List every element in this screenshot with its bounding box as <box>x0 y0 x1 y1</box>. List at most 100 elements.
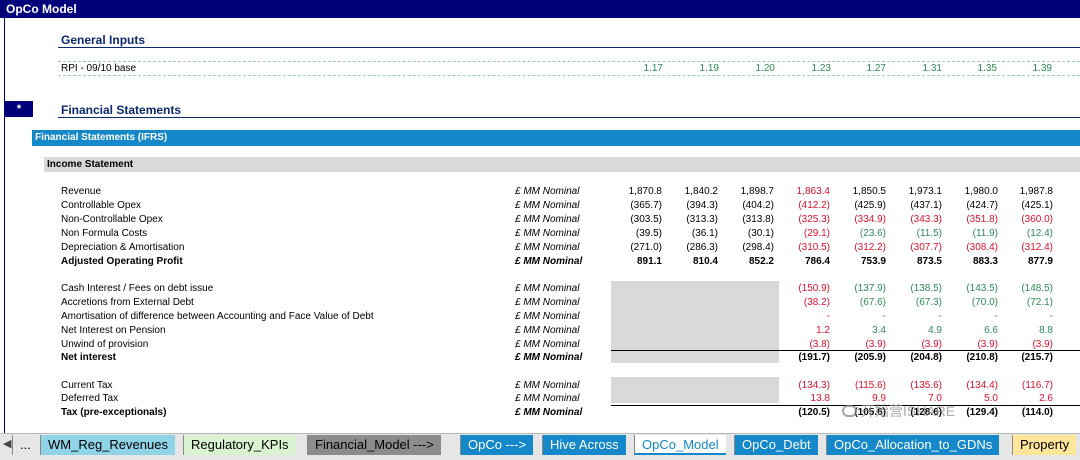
value-cell[interactable]: (11.9) <box>946 228 998 239</box>
value-cell[interactable]: (115.6) <box>834 380 886 391</box>
value-cell[interactable]: 1,987.8 <box>1001 186 1053 197</box>
value-cell[interactable]: (114.0) <box>1001 407 1053 418</box>
value-cell[interactable]: 1,840.2 <box>666 186 718 197</box>
value-cell[interactable]: (312.4) <box>1001 242 1053 253</box>
value-cell[interactable]: 873.5 <box>890 256 942 267</box>
value-cell[interactable]: (3.9) <box>834 339 886 350</box>
sheet-tab[interactable]: OpCo_Allocation_to_GDNs <box>826 435 1000 455</box>
value-cell[interactable]: (210.8) <box>946 352 998 363</box>
rpi-value[interactable]: 1.27 <box>842 63 886 74</box>
value-cell[interactable]: 1,863.4 <box>778 186 830 197</box>
row-label[interactable]: Non-Controllable Opex <box>61 214 163 225</box>
row-label[interactable]: Adjusted Operating Profit <box>61 256 183 267</box>
row-unit[interactable]: £ MM Nominal <box>515 352 582 363</box>
value-cell[interactable]: 4.9 <box>890 325 942 336</box>
value-cell[interactable]: (308.4) <box>946 242 998 253</box>
value-cell[interactable]: (271.0) <box>610 242 662 253</box>
value-cell[interactable]: 883.3 <box>946 256 998 267</box>
value-cell[interactable]: (137.9) <box>834 283 886 294</box>
row-label[interactable]: Net Interest on Pension <box>61 325 166 336</box>
value-cell[interactable]: (310.5) <box>778 242 830 253</box>
value-cell[interactable]: (138.5) <box>890 283 942 294</box>
value-cell[interactable]: (205.9) <box>834 352 886 363</box>
rpi-value[interactable]: 1.19 <box>675 63 719 74</box>
value-cell[interactable]: (38.2) <box>778 297 830 308</box>
value-cell[interactable]: (30.1) <box>722 228 774 239</box>
value-cell[interactable]: (343.3) <box>890 214 942 225</box>
value-cell[interactable]: (39.5) <box>610 228 662 239</box>
value-cell[interactable]: - <box>778 311 830 322</box>
row-unit[interactable]: £ MM Nominal <box>515 283 579 294</box>
value-cell[interactable]: 1,980.0 <box>946 186 998 197</box>
value-cell[interactable]: (148.5) <box>1001 283 1053 294</box>
rpi-value[interactable]: 1.39 <box>1008 63 1052 74</box>
value-cell[interactable]: (3.9) <box>1001 339 1053 350</box>
value-cell[interactable]: 1.2 <box>778 325 830 336</box>
value-cell[interactable]: 891.1 <box>610 256 662 267</box>
row-label[interactable]: Depreciation & Amortisation <box>61 242 184 253</box>
row-unit[interactable]: £ MM Nominal <box>515 297 579 308</box>
sheet-tab[interactable]: OpCo_Debt <box>734 435 818 455</box>
value-cell[interactable]: 786.4 <box>778 256 830 267</box>
value-cell[interactable]: (307.7) <box>890 242 942 253</box>
value-cell[interactable]: - <box>1001 311 1053 322</box>
row-label[interactable]: Cash Interest / Fees on debt issue <box>61 283 213 294</box>
row-label[interactable]: Non Formula Costs <box>61 228 147 239</box>
more-tabs-button[interactable]: ... <box>12 435 38 455</box>
rpi-value[interactable]: 1.23 <box>787 63 831 74</box>
scroll-tabs-left-icon[interactable]: ◀ <box>3 437 11 450</box>
row-unit[interactable]: £ MM Nominal <box>515 393 579 404</box>
sheet-tab[interactable]: Financial_Model ---> <box>307 435 441 455</box>
row-label[interactable]: Unwind of provision <box>61 339 148 350</box>
value-cell[interactable]: 877.9 <box>1001 256 1053 267</box>
sheet-tab[interactable]: Regulatory_KPIs <box>183 435 296 455</box>
row-unit[interactable]: £ MM Nominal <box>515 311 579 322</box>
value-cell[interactable]: (191.7) <box>778 352 830 363</box>
value-cell[interactable]: 13.8 <box>778 393 830 404</box>
value-cell[interactable]: 3.4 <box>834 325 886 336</box>
value-cell[interactable]: (3.9) <box>890 339 942 350</box>
sheet-tab[interactable]: OpCo_Model <box>634 435 726 455</box>
value-cell[interactable]: (365.7) <box>610 200 662 211</box>
value-cell[interactable]: 1,870.8 <box>610 186 662 197</box>
row-unit[interactable]: £ MM Nominal <box>515 186 579 197</box>
value-cell[interactable]: (150.9) <box>778 283 830 294</box>
row-unit[interactable]: £ MM Nominal <box>515 242 579 253</box>
value-cell[interactable]: (312.2) <box>834 242 886 253</box>
value-cell[interactable]: (120.5) <box>778 407 830 418</box>
value-cell[interactable]: (143.5) <box>946 283 998 294</box>
rpi-value[interactable]: 1.20 <box>731 63 775 74</box>
sheet-tab[interactable]: Property <box>1012 435 1077 455</box>
row-label[interactable]: Tax (pre-exceptionals) <box>61 407 166 418</box>
value-cell[interactable]: 810.4 <box>666 256 718 267</box>
value-cell[interactable]: (313.8) <box>722 214 774 225</box>
value-cell[interactable]: (67.6) <box>834 297 886 308</box>
row-unit[interactable]: £ MM Nominal <box>515 214 579 225</box>
row-label[interactable]: Accretions from External Debt <box>61 297 194 308</box>
row-label[interactable]: Net interest <box>61 352 116 363</box>
value-cell[interactable]: 1,850.5 <box>834 186 886 197</box>
sheet-tab[interactable]: Hive Across <box>542 435 626 455</box>
row-label[interactable]: Amortisation of difference between Accou… <box>61 311 374 322</box>
value-cell[interactable]: (360.0) <box>1001 214 1053 225</box>
row-unit[interactable]: £ MM Nominal <box>515 325 579 336</box>
value-cell[interactable]: 1,973.1 <box>890 186 942 197</box>
row-unit[interactable]: £ MM Nominal <box>515 228 579 239</box>
value-cell[interactable]: (11.5) <box>890 228 942 239</box>
row-unit[interactable]: £ MM Nominal <box>515 407 582 418</box>
value-cell[interactable]: 1,898.7 <box>722 186 774 197</box>
value-cell[interactable]: 8.8 <box>1001 325 1053 336</box>
row-label[interactable]: Deferred Tax <box>61 393 118 404</box>
row-label[interactable]: Current Tax <box>61 380 113 391</box>
section-marker[interactable]: * <box>5 101 33 117</box>
value-cell[interactable]: (3.8) <box>778 339 830 350</box>
value-cell[interactable]: (412.2) <box>778 200 830 211</box>
value-cell[interactable]: (394.3) <box>666 200 718 211</box>
row-label[interactable]: Revenue <box>61 186 101 197</box>
value-cell[interactable]: (134.3) <box>778 380 830 391</box>
row-unit[interactable]: £ MM Nominal <box>515 339 579 350</box>
value-cell[interactable]: (135.6) <box>890 380 942 391</box>
value-cell[interactable]: - <box>890 311 942 322</box>
value-cell[interactable]: 753.9 <box>834 256 886 267</box>
value-cell[interactable]: (72.1) <box>1001 297 1053 308</box>
